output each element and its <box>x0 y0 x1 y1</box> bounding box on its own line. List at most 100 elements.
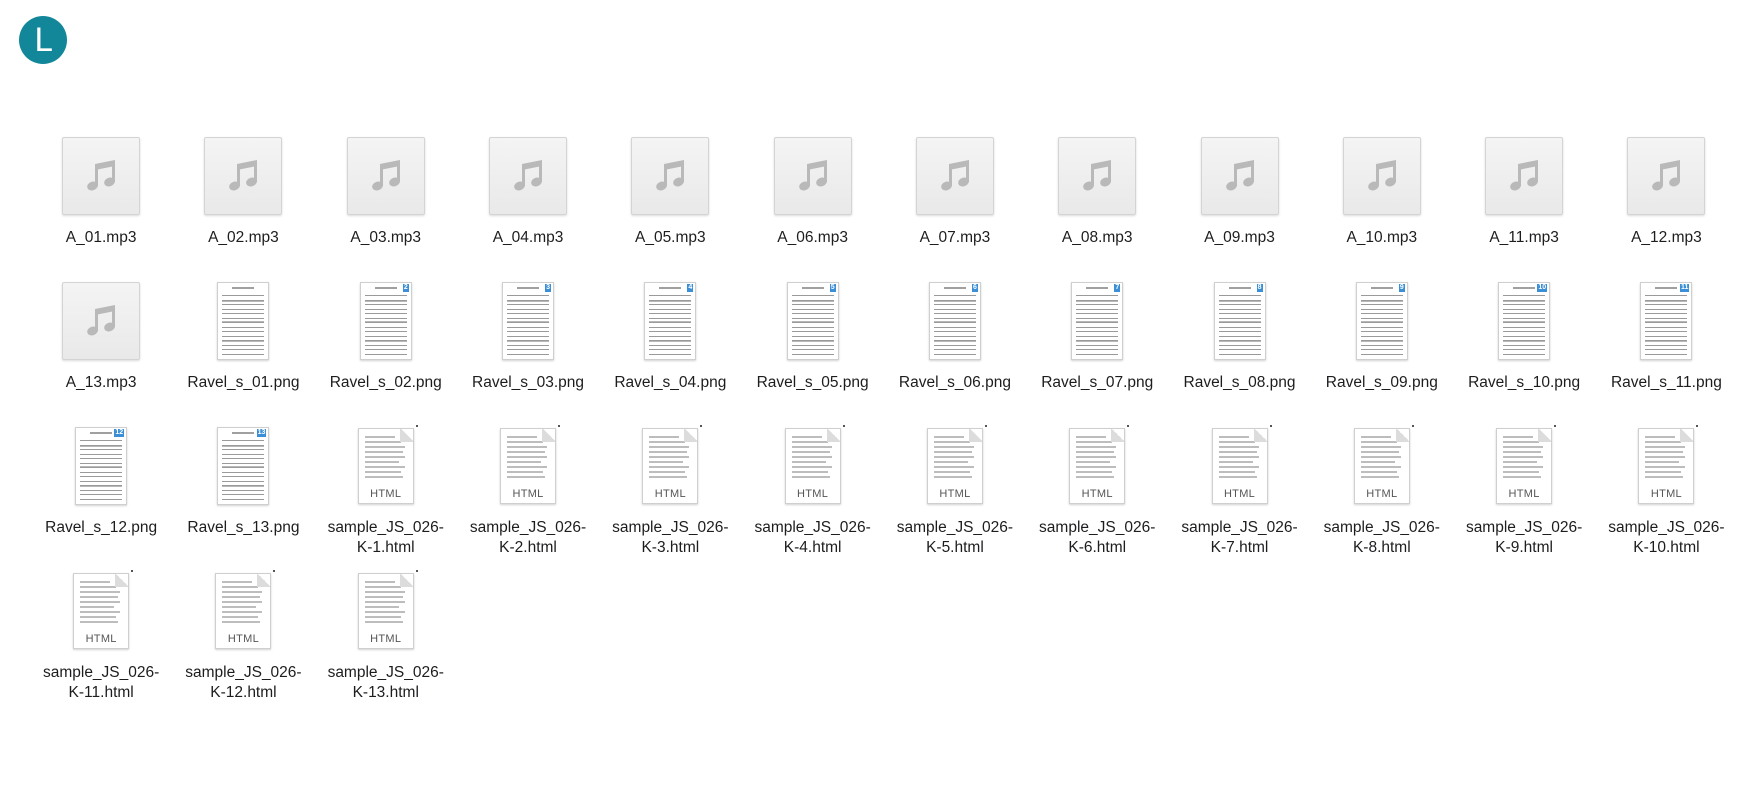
file-item[interactable]: A_02.mp3 <box>172 136 314 281</box>
file-item[interactable]: 9 Ravel_s_09.png <box>1311 281 1453 426</box>
file-item[interactable]: HTML sample_JS_026- K-4.html <box>741 425 883 571</box>
file-item[interactable]: A_01.mp3 <box>30 136 172 281</box>
file-item[interactable]: HTML sample_JS_026- K-9.html <box>1453 425 1595 571</box>
file-name-label: Ravel_s_13.png <box>187 519 300 536</box>
file-item[interactable]: HTML sample_JS_026- K-13.html <box>315 570 457 716</box>
file-name-label: sample_JS_026- K-12.html <box>185 664 302 701</box>
file-item[interactable]: HTML sample_JS_026- K-2.html <box>457 425 599 571</box>
file-item[interactable]: A_11.mp3 <box>1453 136 1595 281</box>
music-note-icon <box>1626 136 1706 216</box>
page-number-badge: 2 <box>402 284 409 292</box>
audio-file-tile <box>1342 137 1421 215</box>
file-item[interactable]: 8 Ravel_s_08.png <box>1168 281 1310 426</box>
file-icon-grid: A_01.mp3 A_02.mp3 A_03.mp3 A_04.mp3 A_05.mp3… <box>30 136 1740 716</box>
file-item[interactable]: 7 Ravel_s_07.png <box>1026 281 1168 426</box>
score-page-thumbnail: 9 <box>1355 282 1408 360</box>
file-item[interactable]: HTML sample_JS_026- K-11.html <box>30 570 172 716</box>
page-number-badge: 6 <box>972 284 978 292</box>
file-item[interactable]: 12 Ravel_s_12.png <box>30 426 172 571</box>
file-name-label: sample_JS_026- K-3.html <box>612 519 729 556</box>
audio-file-tile <box>204 137 283 215</box>
file-item[interactable]: 10 Ravel_s_10.png <box>1453 281 1595 426</box>
html-file-thumbnail: HTML <box>1638 425 1699 504</box>
audio-file-tile <box>1058 137 1137 215</box>
file-item[interactable]: A_09.mp3 <box>1168 136 1310 281</box>
audio-file-tile <box>631 137 710 215</box>
file-item[interactable]: HTML sample_JS_026- K-10.html <box>1595 425 1737 571</box>
html-file-thumbnail: HTML <box>926 425 987 504</box>
file-name-label: sample_JS_026- K-5.html <box>896 519 1014 556</box>
music-note-icon <box>1484 136 1564 216</box>
music-note-icon <box>1057 136 1137 216</box>
html-type-label: HTML <box>1508 488 1540 500</box>
page-number-badge: 3 <box>545 284 552 292</box>
file-item[interactable]: 6 Ravel_s_06.png <box>884 281 1026 426</box>
file-name-label: Ravel_s_12.png <box>45 519 158 536</box>
file-name-label: A_04.mp3 <box>492 229 564 246</box>
file-item[interactable]: 3 Ravel_s_03.png <box>457 281 599 426</box>
file-name-label: sample_JS_026- K-11.html <box>42 664 160 701</box>
music-note-icon <box>773 136 853 216</box>
html-document-icon: HTML <box>346 425 426 506</box>
file-item[interactable]: A_13.mp3 <box>30 281 172 426</box>
file-item[interactable]: HTML sample_JS_026- K-6.html <box>1026 425 1168 571</box>
file-name-label: Ravel_s_05.png <box>756 374 869 391</box>
html-type-label: HTML <box>1223 488 1256 500</box>
file-item[interactable]: HTML sample_JS_026- K-12.html <box>172 570 314 716</box>
html-document-icon: HTML <box>1484 425 1564 506</box>
file-item[interactable]: A_12.mp3 <box>1595 136 1737 281</box>
file-name-label: sample_JS_026- K-9.html <box>1465 519 1583 556</box>
score-page-thumbnail: 3 <box>502 282 555 360</box>
file-name-label: Ravel_s_04.png <box>614 374 727 391</box>
file-name-label: Ravel_s_11.png <box>1610 374 1722 391</box>
page-number-badge: 4 <box>687 284 694 292</box>
file-item[interactable]: 4 Ravel_s_04.png <box>599 281 741 426</box>
file-item[interactable]: A_05.mp3 <box>599 136 741 281</box>
file-name-label: sample_JS_026- K-4.html <box>754 519 871 556</box>
file-name-label: Ravel_s_03.png <box>472 374 585 391</box>
page-number-badge: 7 <box>1114 284 1121 292</box>
file-name-label: sample_JS_026- K-2.html <box>469 519 587 556</box>
audio-file-tile <box>489 137 568 215</box>
user-avatar[interactable]: L <box>19 16 67 64</box>
file-item[interactable]: HTML sample_JS_026- K-1.html <box>315 425 457 571</box>
file-name-label: A_01.mp3 <box>65 229 137 246</box>
file-name-label: Ravel_s_02.png <box>329 374 442 391</box>
file-item[interactable]: 2 Ravel_s_02.png <box>315 281 457 426</box>
music-note-icon <box>61 136 141 216</box>
file-item[interactable]: A_06.mp3 <box>741 136 883 281</box>
file-name-label: Ravel_s_10.png <box>1468 374 1581 391</box>
html-document-icon: HTML <box>1626 425 1706 506</box>
file-name-label: Ravel_s_09.png <box>1325 374 1438 391</box>
page-number-badge: 10 <box>1537 284 1548 292</box>
file-item[interactable]: A_10.mp3 <box>1311 136 1453 281</box>
file-item[interactable]: 13 Ravel_s_13.png <box>172 426 314 571</box>
audio-file-tile <box>1485 137 1564 215</box>
page-number-badge: 8 <box>1256 284 1263 292</box>
file-item[interactable]: A_08.mp3 <box>1026 136 1168 281</box>
html-file-thumbnail: HTML <box>357 425 418 504</box>
audio-file-tile <box>773 137 852 215</box>
html-document-icon: HTML <box>1057 425 1137 506</box>
file-item[interactable]: HTML sample_JS_026- K-5.html <box>884 425 1026 571</box>
file-item[interactable]: HTML sample_JS_026- K-8.html <box>1311 425 1453 571</box>
file-item[interactable]: 5 Ravel_s_05.png <box>741 281 883 426</box>
audio-file-tile <box>346 137 425 215</box>
sheet-music-thumbnail-icon: 8 <box>1200 281 1280 361</box>
html-document-icon: HTML <box>488 425 568 506</box>
score-page-thumbnail: 4 <box>644 282 697 360</box>
file-item[interactable]: HTML sample_JS_026- K-3.html <box>599 425 741 571</box>
html-type-label: HTML <box>227 633 260 645</box>
file-item[interactable]: A_04.mp3 <box>457 136 599 281</box>
file-name-label: Ravel_s_08.png <box>1183 374 1296 391</box>
music-note-icon <box>630 136 710 216</box>
audio-file-tile <box>62 137 141 215</box>
score-page-thumbnail: 6 <box>928 282 981 360</box>
page-number-badge: 11 <box>1680 284 1690 292</box>
file-item[interactable]: A_07.mp3 <box>884 136 1026 281</box>
file-item[interactable]: 11 Ravel_s_11.png <box>1595 281 1737 426</box>
file-name-label: Ravel_s_01.png <box>187 374 300 391</box>
file-item[interactable]: HTML sample_JS_026- K-7.html <box>1168 425 1310 571</box>
file-item[interactable]: A_03.mp3 <box>315 136 457 281</box>
file-item[interactable]: Ravel_s_01.png <box>172 281 314 426</box>
